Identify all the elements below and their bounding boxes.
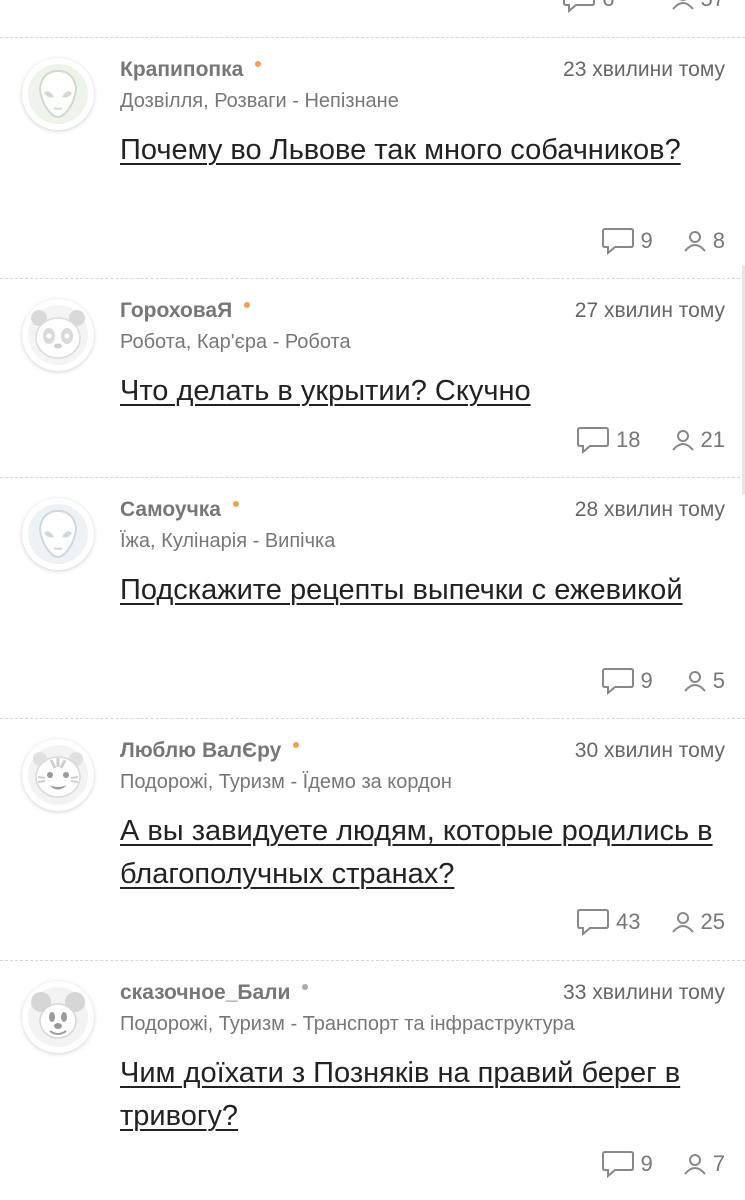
topic-feed: 6 57 Крапипопка 23 хвилини тому Дозвілля… [0,0,745,1200]
online-status-dot [255,61,262,67]
comments-count: 6 [602,0,614,10]
post-time: 33 хвилини тому [563,981,725,1004]
person-icon [683,671,706,692]
topic-title[interactable]: А вы завидуете людям, которые родились в… [120,810,715,896]
author-line: Крапипопка [120,58,262,82]
topic-item: Люблю ВалЄру 30 хвилин тому Подорожі, Ту… [0,719,745,959]
topic-stats: 9 5 [601,666,725,696]
avatar[interactable] [22,981,94,1053]
comments-count: 9 [640,228,653,253]
person-icon [671,0,694,10]
comments-stat[interactable]: 18 [576,425,641,455]
participants-stat[interactable]: 25 [671,910,725,934]
author-name[interactable]: Самоучка [120,498,221,522]
participants-count: 5 [712,668,725,693]
online-status-dot [232,501,239,507]
person-icon [671,430,694,451]
topic-stats: 43 25 [576,907,725,937]
participants-stat[interactable]: 8 [683,229,725,253]
avatar[interactable] [22,498,94,570]
comments-count: 9 [640,1151,653,1176]
post-time: 27 хвилин тому [574,299,725,322]
post-category[interactable]: Їжа, Кулінарія - Випічка [120,530,335,553]
author-line: сказочное_Бали [120,981,309,1005]
author-name[interactable]: ГороховаЯ [120,299,232,323]
post-category[interactable]: Подорожі, Туризм - Їдемо за кордон [120,771,452,794]
online-status-dot [293,742,300,748]
topic-stats: 9 8 [601,226,725,256]
person-icon [671,912,694,933]
comments-stat[interactable]: 9 [601,666,653,696]
post-category[interactable]: Подорожі, Туризм - Транспорт та інфрастр… [120,1013,575,1036]
panda-avatar-icon [28,305,88,365]
topic-title[interactable]: Что делать в укрытии? Скучно [120,370,715,413]
author-name[interactable]: Люблю ВалЄру [120,739,281,763]
participants-stat[interactable]: 5 [683,669,725,693]
comment-bubble-icon [601,1151,634,1179]
author-name[interactable]: Крапипопка [120,58,243,82]
participants-stat[interactable]: 7 [683,1152,725,1176]
participants-count: 7 [712,1151,725,1176]
previous-post-stats: 6 57 [562,0,725,14]
comment-bubble-icon [601,228,634,256]
author-name[interactable]: сказочное_Бали [120,981,290,1005]
author-line: Люблю ВалЄру [120,739,300,763]
comment-bubble-icon [601,668,634,696]
topic-item: сказочное_Бали 33 хвилини тому Подорожі,… [0,961,745,1200]
tiger-avatar-icon [28,745,88,805]
topic-title[interactable]: Подскажите рецепты выпечки с ежевикой [120,569,715,612]
topic-item: Крапипопка 23 хвилини тому Дозвілля, Роз… [0,38,745,278]
avatar[interactable] [22,58,94,130]
post-time: 28 хвилин тому [574,498,725,521]
alien-avatar-icon [28,504,88,564]
comments-stat[interactable]: 43 [576,907,641,937]
participants-stat[interactable]: 57 [671,0,725,11]
mouse-avatar-icon [28,987,88,1047]
topic-item: ГороховаЯ 27 хвилин тому Робота, Кар'єра… [0,279,745,477]
comments-count: 18 [616,427,641,452]
comment-bubble-icon [577,427,610,455]
post-category[interactable]: Робота, Кар'єра - Робота [120,331,351,354]
comments-stat[interactable]: 6 [562,0,615,14]
post-time: 30 хвилин тому [574,739,725,762]
alien-avatar-icon [28,64,88,124]
comments-stat[interactable]: 9 [601,226,653,256]
topic-title[interactable]: Чим доїхати з Позняків на правий берег в… [120,1052,715,1138]
offline-status-dot [302,984,309,990]
post-category[interactable]: Дозвілля, Розваги - Непізнане [120,90,399,113]
topic-item: Самоучка 28 хвилин тому Їжа, Кулінарія -… [0,478,745,718]
participants-stat[interactable]: 21 [671,428,725,452]
author-line: ГороховаЯ [120,299,251,323]
comment-bubble-icon [577,909,610,937]
participants-count: 57 [701,0,725,10]
avatar[interactable] [22,739,94,811]
person-icon [683,231,706,252]
comment-bubble-icon [563,0,596,14]
topic-stats: 9 7 [601,1149,725,1179]
post-time: 23 хвилини тому [563,58,725,81]
participants-count: 8 [712,228,725,253]
avatar[interactable] [22,299,94,371]
participants-count: 25 [700,909,725,934]
topic-title[interactable]: Почему во Львове так много собачников? [120,129,715,172]
comments-count: 43 [616,909,641,934]
online-status-dot [244,302,251,308]
comments-count: 9 [640,668,653,693]
participants-count: 21 [700,427,725,452]
person-icon [683,1154,706,1175]
topic-stats: 18 21 [576,425,725,455]
comments-stat[interactable]: 9 [601,1149,653,1179]
author-line: Самоучка [120,498,239,522]
